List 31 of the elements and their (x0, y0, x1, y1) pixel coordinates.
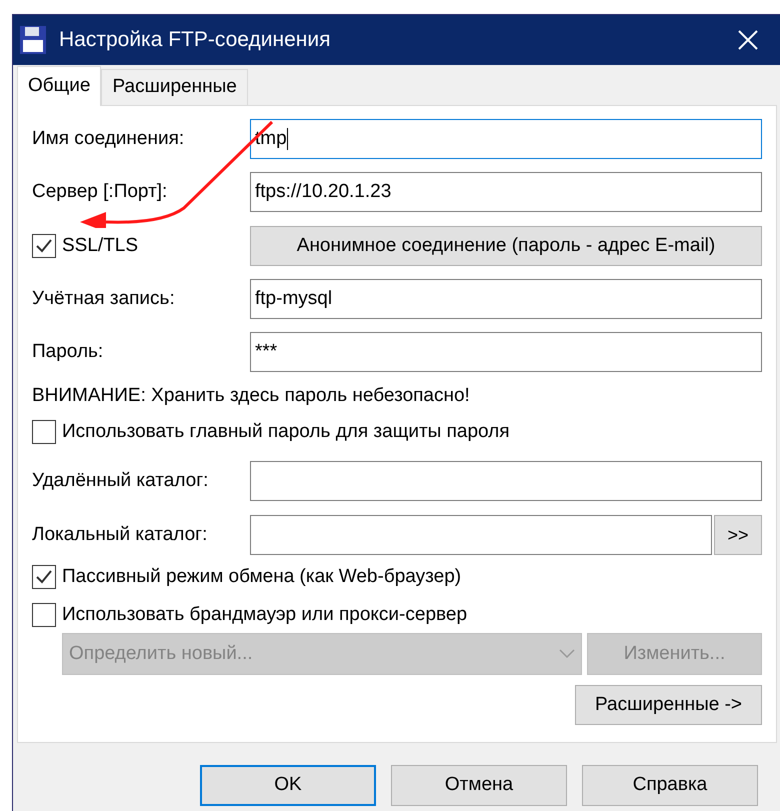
tab[interactable]: Расширенные (101, 69, 248, 105)
dialog-button[interactable]: OK (200, 765, 376, 806)
text-field[interactable] (250, 461, 762, 501)
checkbox-label: Использовать брандмауэр или прокси-сервер (62, 602, 468, 627)
text-field[interactable]: ftp-mysql (250, 279, 762, 319)
field-label: Учётная запись: (32, 286, 176, 311)
advanced-button[interactable]: Расширенные -> (575, 685, 762, 725)
browse-button[interactable]: >> (714, 515, 762, 555)
text-field[interactable] (250, 515, 712, 555)
close-icon[interactable] (737, 29, 759, 51)
checkbox-label: SSL/TLS (62, 234, 138, 258)
field-label: Пароль: (32, 340, 104, 364)
checkbox[interactable] (32, 603, 56, 627)
checkbox[interactable] (32, 565, 56, 589)
field-label: Локальный каталог: (32, 522, 208, 547)
field-label: Сервер [:Порт]: (32, 180, 168, 204)
dialog-button[interactable]: Отмена (391, 765, 567, 806)
checkbox-label: Пассивный режим обмена (как Web-браузер) (62, 564, 462, 589)
checkbox[interactable] (32, 234, 56, 258)
warning-text: ВНИМАНИЕ: Хранить здесь пароль небезопасно! (32, 384, 470, 408)
field-label: Имя соединения: (32, 126, 186, 151)
anonymous-button[interactable]: Анонимное соединение (пароль - адрес E-mail) (250, 226, 762, 266)
text-field[interactable]: ftps://10.20.1.23 (250, 172, 762, 212)
window-title: Настройка FTP-соединения (59, 27, 330, 54)
dialog-button[interactable]: Справка (582, 765, 758, 806)
checkbox[interactable] (32, 420, 56, 444)
tab[interactable]: Общие (17, 66, 102, 106)
text-field[interactable]: *** (250, 332, 762, 372)
chevron-down-icon (559, 649, 575, 659)
checkbox-label: Использовать главный пароль для защиты пароля (62, 420, 510, 444)
field-label: Удалённый каталог: (32, 468, 210, 493)
